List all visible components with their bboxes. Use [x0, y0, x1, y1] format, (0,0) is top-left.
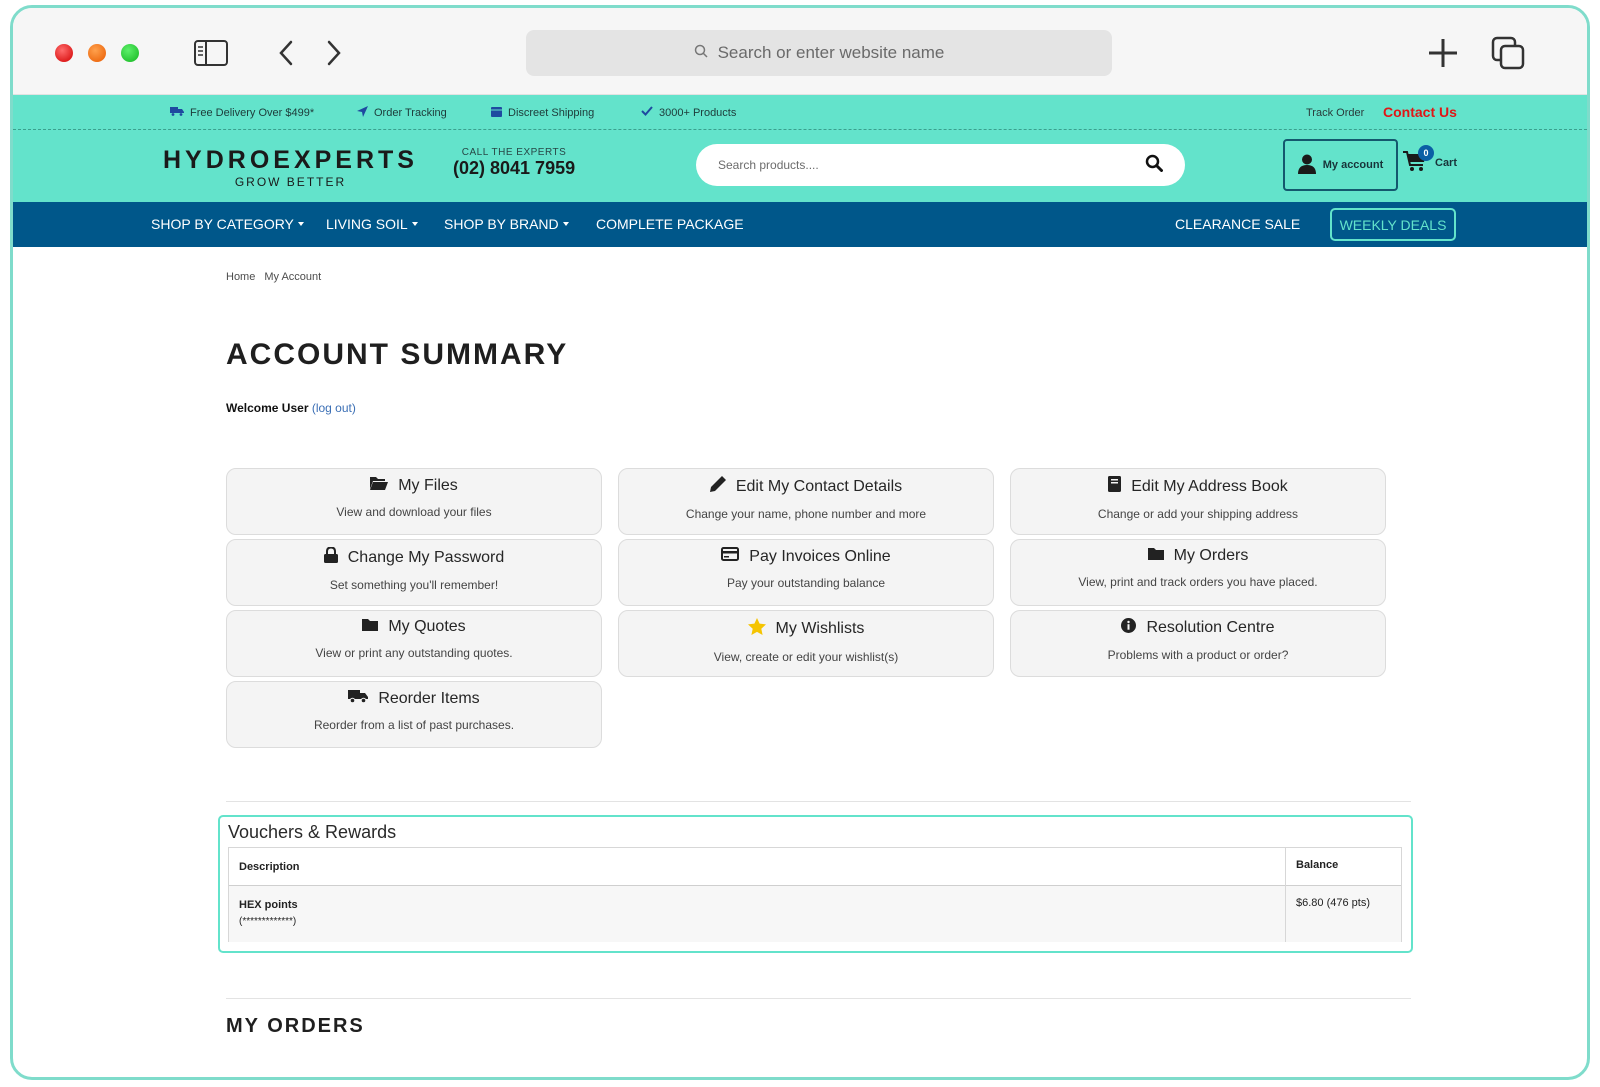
- folder-icon: [1147, 547, 1164, 565]
- breadcrumb-home[interactable]: Home: [226, 271, 255, 283]
- col-description: Description: [239, 861, 300, 873]
- vouchers-table: Description Balance HEX points (********…: [228, 847, 1402, 942]
- card-my-quotes[interactable]: My Quotes View or print any outstanding …: [226, 610, 602, 677]
- user-icon: [1297, 154, 1316, 177]
- star-icon: [747, 618, 766, 640]
- cart-count-badge: 0: [1418, 145, 1434, 161]
- divider: [226, 801, 1411, 802]
- card-my-files[interactable]: My Files View and download your files: [226, 468, 602, 535]
- voucher-name: HEX points: [239, 899, 298, 911]
- sidebar-toggle-icon[interactable]: [193, 36, 229, 70]
- nav-shop-by-category[interactable]: SHOP BY CATEGORY: [151, 216, 304, 232]
- address-placeholder: Search or enter website name: [717, 43, 945, 62]
- cart-label: Cart: [1435, 156, 1458, 169]
- my-account-button[interactable]: My account: [1283, 139, 1398, 191]
- voucher-code: (*************): [239, 916, 297, 927]
- my-orders-heading: MY ORDERS: [226, 1015, 365, 1037]
- main-nav: SHOP BY CATEGORY LIVING SOIL SHOP BY BRA…: [13, 202, 1587, 247]
- card-edit-address-book[interactable]: Edit My Address Book Change or add your …: [1010, 468, 1386, 535]
- card-my-orders[interactable]: My Orders View, print and track orders y…: [1010, 539, 1386, 606]
- location-arrow-icon: [357, 106, 368, 120]
- folder-open-icon: [370, 476, 389, 495]
- product-search-input[interactable]: Search products....: [696, 144, 1185, 186]
- caret-down-icon: [562, 222, 569, 226]
- card-reorder-items[interactable]: Reorder Items Reorder from a list of pas…: [226, 681, 602, 748]
- vouchers-title: Vouchers & Rewards: [228, 822, 397, 842]
- table-header: Description Balance: [229, 848, 1401, 886]
- promo-bar: Free Delivery Over $499* Order Tracking …: [13, 95, 1587, 130]
- back-arrow-icon[interactable]: [268, 36, 304, 70]
- divider: [226, 998, 1411, 999]
- search-icon[interactable]: [1145, 154, 1163, 175]
- promo-item: Order Tracking: [357, 106, 447, 120]
- book-icon: [1108, 476, 1122, 497]
- promo-item: Free Delivery Over $499*: [170, 106, 314, 119]
- column-divider: [1285, 848, 1286, 942]
- card-edit-contact-details[interactable]: Edit My Contact Details Change your name…: [618, 468, 994, 535]
- site-header: HYDROEXPERTS GROW BETTER CALL THE EXPERT…: [13, 130, 1587, 202]
- check-icon: [641, 106, 653, 119]
- call-box: CALL THE EXPERTS (02) 8041 7959: [453, 147, 575, 179]
- voucher-balance: $6.80 (476 pts): [1296, 897, 1370, 909]
- welcome-message: Welcome User (log out): [226, 401, 356, 415]
- caret-down-icon: [297, 222, 304, 226]
- search-placeholder: Search products....: [718, 158, 819, 172]
- address-bar[interactable]: Search or enter website name: [526, 30, 1112, 76]
- maximize-window-button[interactable]: [121, 44, 139, 62]
- logout-link[interactable]: (log out): [312, 401, 356, 415]
- col-balance: Balance: [1296, 859, 1339, 871]
- promo-item: 3000+ Products: [641, 106, 736, 119]
- vouchers-rewards-panel: Vouchers & Rewards Description Balance H…: [218, 815, 1413, 953]
- logo-tagline: GROW BETTER: [234, 175, 347, 189]
- contact-us-link[interactable]: Contact Us: [1383, 104, 1457, 120]
- cart-button[interactable]: 0 Cart: [1403, 145, 1458, 175]
- pencil-icon: [709, 476, 726, 497]
- close-window-button[interactable]: [55, 44, 73, 62]
- caret-down-icon: [411, 222, 418, 226]
- logo-name: HYDROEXPERTS: [163, 146, 418, 174]
- breadcrumb: Home My Account: [226, 271, 321, 283]
- nav-living-soil[interactable]: LIVING SOIL: [326, 216, 418, 232]
- card-change-password[interactable]: Change My Password Set something you'll …: [226, 539, 602, 606]
- new-tab-plus-icon[interactable]: [1425, 36, 1461, 70]
- tabs-overview-icon[interactable]: [1490, 36, 1526, 70]
- credit-card-icon: [721, 547, 740, 566]
- track-order-link[interactable]: Track Order: [1306, 107, 1364, 119]
- table-row: HEX points (*************) $6.80 (476 pt…: [229, 886, 1401, 942]
- folder-icon: [362, 618, 379, 636]
- site-logo[interactable]: HYDROEXPERTS GROW BETTER: [163, 146, 418, 189]
- call-label: CALL THE EXPERTS: [461, 147, 567, 158]
- browser-toolbar: Search or enter website name: [13, 8, 1587, 95]
- truck-icon: [348, 689, 369, 708]
- my-account-label: My account: [1322, 159, 1384, 171]
- page-title: ACCOUNT SUMMARY: [226, 338, 569, 371]
- nav-shop-by-brand[interactable]: SHOP BY BRAND: [444, 216, 569, 232]
- box-icon: [491, 106, 502, 120]
- nav-complete-package[interactable]: COMPLETE PACKAGE: [596, 216, 744, 232]
- lock-icon: [323, 546, 338, 568]
- nav-clearance-sale[interactable]: CLEARANCE SALE: [1175, 216, 1300, 232]
- search-icon: [694, 43, 708, 63]
- card-my-wishlists[interactable]: My Wishlists View, create or edit your w…: [618, 610, 994, 677]
- phone-number[interactable]: (02) 8041 7959: [453, 158, 575, 179]
- info-icon: [1121, 618, 1137, 638]
- browser-window: Search or enter website name Free Delive…: [10, 5, 1590, 1080]
- minimize-window-button[interactable]: [88, 44, 106, 62]
- card-resolution-centre[interactable]: Resolution Centre Problems with a produc…: [1010, 610, 1386, 677]
- breadcrumb-current: My Account: [264, 271, 322, 283]
- truck-icon: [170, 106, 184, 119]
- forward-arrow-icon[interactable]: [316, 36, 352, 70]
- card-pay-invoices[interactable]: Pay Invoices Online Pay your outstanding…: [618, 539, 994, 606]
- promo-item: Discreet Shipping: [491, 106, 594, 120]
- weekly-deals-button[interactable]: WEEKLY DEALS: [1330, 208, 1456, 241]
